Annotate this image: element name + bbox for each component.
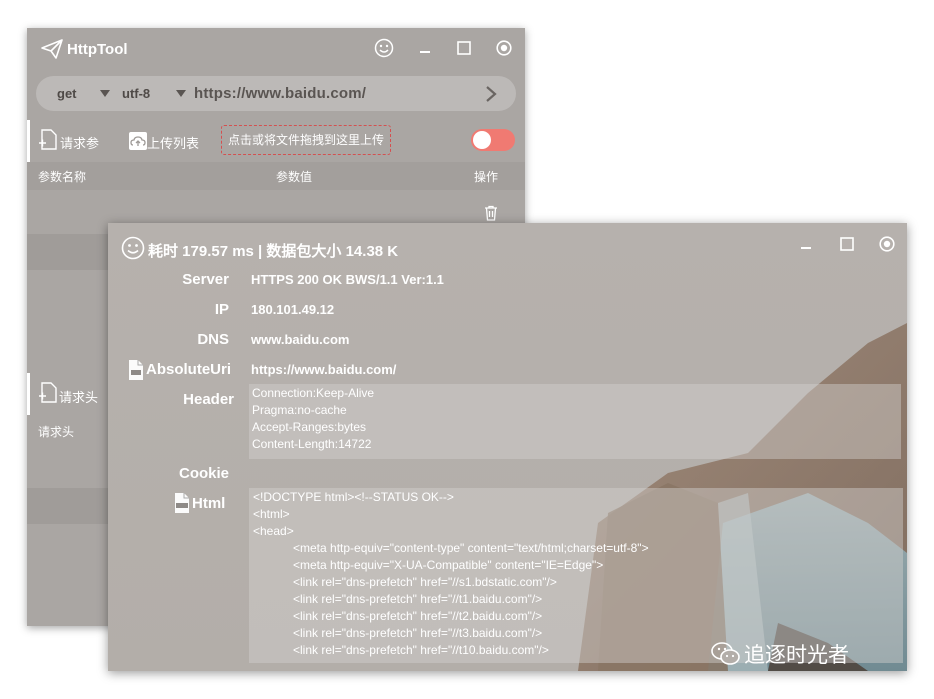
send-chevron-icon[interactable] — [484, 85, 498, 103]
file-icon — [126, 359, 146, 381]
absoluteuri-label: AbsoluteUri — [146, 361, 232, 378]
app-title: HttpTool — [67, 41, 128, 58]
active-tab-indicator — [27, 120, 30, 162]
smiley-icon[interactable] — [374, 38, 394, 58]
ip-label: IP — [214, 301, 229, 318]
method-dropdown-icon[interactable] — [100, 90, 110, 97]
trash-icon[interactable] — [484, 205, 498, 221]
header-label: Header — [183, 391, 234, 408]
dns-value: www.baidu.com — [251, 332, 350, 347]
headers-tab-indicator — [27, 373, 30, 415]
minimize-icon[interactable] — [419, 42, 431, 54]
header-line: Accept-Ranges:bytes — [252, 420, 367, 434]
html-line: <link rel="dns-prefetch" href="//t1.baid… — [253, 592, 543, 606]
request-bar: get utf-8 https://www.baidu.com/ — [36, 76, 516, 111]
encoding-dropdown-icon[interactable] — [176, 90, 186, 97]
tab-request-headers[interactable]: 请求头 — [59, 387, 98, 406]
upload-dropzone[interactable]: 点击或将文件拖拽到这里上传 — [221, 125, 391, 155]
cloud-upload-icon — [128, 131, 148, 151]
cookie-label: Cookie — [178, 465, 229, 482]
html-line: <link rel="dns-prefetch" href="//s1.bdst… — [253, 575, 557, 589]
html-line: <head> — [253, 524, 294, 538]
toggle-switch[interactable] — [471, 129, 515, 151]
toggle-knob — [473, 131, 491, 149]
html-line: <html> — [253, 507, 290, 521]
maximize-icon[interactable] — [457, 41, 471, 55]
minimize-icon[interactable] — [800, 238, 812, 250]
header-textbox[interactable]: Connection:Keep-Alive Pragma:no-cache Ac… — [249, 384, 901, 459]
html-textbox[interactable]: <!DOCTYPE html><!--STATUS OK--> <html> <… — [249, 488, 903, 663]
close-icon[interactable] — [496, 40, 512, 56]
document-icon — [38, 129, 58, 151]
header-line: Connection:Keep-Alive — [252, 386, 375, 400]
document-icon — [38, 382, 58, 404]
url-input[interactable]: https://www.baidu.com/ — [194, 85, 366, 102]
method-select[interactable]: get — [57, 86, 77, 101]
response-summary: 耗时 179.57 ms | 数据包大小 14.38 K — [148, 243, 399, 260]
response-window: 耗时 179.57 ms | 数据包大小 14.38 K Server HTTP… — [108, 223, 907, 671]
absoluteuri-value: https://www.baidu.com/ — [251, 362, 397, 377]
html-line: <!DOCTYPE html><!--STATUS OK--> — [253, 490, 454, 504]
header-line: Pragma:no-cache — [252, 403, 347, 417]
header-line: Content-Length:14722 — [252, 437, 372, 451]
tab-request-params[interactable]: 请求参 — [60, 133, 99, 152]
ip-value: 180.101.49.12 — [251, 302, 335, 317]
watermark-text: 追逐时光者 — [744, 644, 849, 667]
html-line: <link rel="dns-prefetch" href="//t2.baid… — [253, 609, 543, 623]
smiley-icon — [121, 236, 145, 260]
tab-upload-list[interactable]: 上传列表 — [147, 133, 199, 152]
col-param-name: 参数名称 — [38, 170, 87, 184]
html-line: <meta http-equiv="content-type" content=… — [253, 541, 649, 555]
dns-label: DNS — [197, 331, 229, 348]
encoding-select[interactable]: utf-8 — [122, 86, 150, 101]
server-label: Server — [182, 271, 229, 288]
html-line: <meta http-equiv="X-UA-Compatible" conte… — [253, 558, 604, 572]
html-file-icon — [172, 492, 192, 514]
maximize-icon[interactable] — [840, 237, 854, 251]
close-icon[interactable] — [879, 236, 895, 252]
html-label: Html — [192, 495, 226, 512]
headers-column-label: 请求头 — [38, 425, 75, 439]
server-value: HTTPS 200 OK BWS/1.1 Ver:1.1 — [251, 272, 444, 287]
col-param-value: 参数值 — [276, 170, 313, 184]
paper-plane-icon — [41, 39, 63, 59]
wechat-icon — [711, 641, 741, 667]
col-action: 操作 — [474, 170, 499, 184]
